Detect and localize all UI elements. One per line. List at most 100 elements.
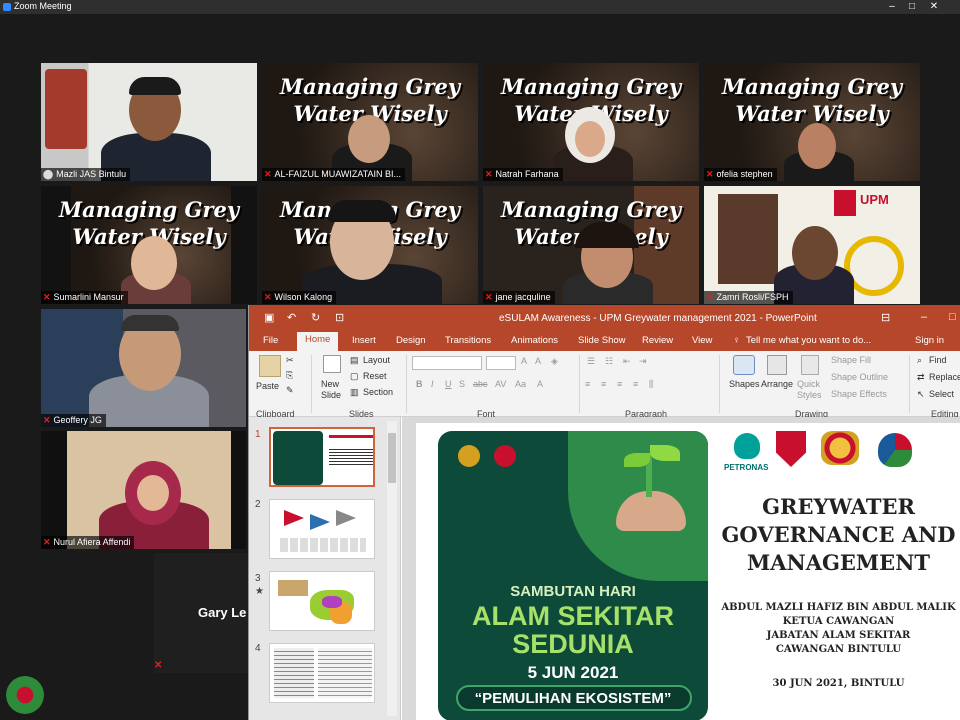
poster-line-1: SAMBUTAN HARI [510,583,636,600]
current-slide[interactable]: SAMBUTAN HARI ALAM SEKITAR SEDUNIA 5 JUN… [416,423,960,720]
shape-fill-button[interactable]: Shape Fill [831,355,871,365]
shapes-button[interactable]: Shapes [729,379,760,389]
video-tile-4[interactable]: Managing Grey Water Wisely ✕ ofelia steph… [704,63,920,181]
participant-name: ✕ jane jacquline [483,291,555,304]
poster-line-3: SEDUNIA [512,629,634,659]
new-slide-button[interactable]: New Slide [321,379,345,401]
tab-transitions[interactable]: Transitions [445,335,491,346]
quick-styles-icon[interactable] [801,355,819,375]
paste-icon[interactable] [259,355,281,377]
outdent-icon[interactable]: ⇥ [639,356,647,367]
video-tile-3[interactable]: Managing Grey Water Wisely ✕ Natrah Farha… [483,63,699,181]
tab-insert[interactable]: Insert [352,335,376,346]
slide-number-3: 3 [255,573,261,584]
video-tile-11[interactable]: Gary Le ✕ [154,553,248,673]
tab-home[interactable]: Home [297,332,339,351]
italic-icon[interactable]: I [431,379,434,389]
video-tile-8[interactable]: UPM ✕ Zamri Rosli/FSPH [704,186,920,304]
slide-thumbnail-4[interactable] [269,643,375,703]
participant-name: ✕ ofelia stephen [704,168,777,181]
redo-icon[interactable]: ↻ [311,311,320,324]
decrease-font-icon[interactable]: A [535,356,541,366]
copy-icon[interactable]: ⎘ [286,370,293,381]
maximize-button[interactable]: □ [904,0,920,14]
reset-button[interactable]: Reset [363,371,387,381]
section-button[interactable]: Section [363,387,393,397]
zoom-logo-icon [3,3,11,11]
slide-thumbnails-pane[interactable]: 1 2 3 ★ 4 [249,417,401,720]
video-tile-10[interactable]: ✕ Nurul Afiera Affendi [41,431,246,549]
video-tile-6[interactable]: Managing Grey Water Wisely ✕Wilson Kalon… [262,186,478,304]
shape-outline-button[interactable]: Shape Outline [831,372,888,382]
font-size-select[interactable] [486,356,516,370]
minimize-button[interactable]: – [884,0,900,14]
slide-thumbnail-1[interactable] [269,427,375,487]
slide-canvas[interactable]: SAMBUTAN HARI ALAM SEKITAR SEDUNIA 5 JUN… [402,417,960,720]
new-slide-icon[interactable] [323,355,341,373]
strike-icon[interactable]: abc [473,379,488,389]
powerpoint-window[interactable]: ▣ ↶ ↻ ⊡ eSULAM Awareness - UPM Greywater… [248,305,960,720]
slide-number-1: 1 [255,429,261,440]
video-tile-1[interactable]: ⬤ Mazli JAS Bintulu [41,63,257,181]
bold-icon[interactable]: B [416,379,423,389]
underline-icon[interactable]: U [445,379,452,389]
thumbnail-scrollbar[interactable] [387,421,397,716]
tab-slide-show[interactable]: Slide Show [578,335,626,346]
shapes-icon[interactable] [733,355,755,375]
tab-animations[interactable]: Animations [511,335,558,346]
align-center-icon[interactable]: ≡ [601,379,606,389]
petronas-logo-icon [734,433,760,459]
video-tile-9[interactable]: ✕ Geoffery JG [41,309,246,427]
tab-review[interactable]: Review [642,335,673,346]
numbering-icon[interactable]: ☷ [605,356,613,367]
layout-button[interactable]: Layout [363,355,390,365]
shadow-icon[interactable]: S [459,379,465,389]
align-right-icon[interactable]: ≡ [617,379,622,389]
shape-effects-button[interactable]: Shape Effects [831,389,887,399]
columns-icon[interactable]: ⫼ [649,379,653,390]
present-icon[interactable]: ⊡ [335,311,344,324]
ribbon-display-icon[interactable]: ⊟ [881,311,890,324]
paste-button[interactable]: Paste [256,381,279,391]
undo-icon[interactable]: ↶ [287,311,296,324]
poster-line-2: ALAM SEKITAR [472,601,674,631]
cut-icon[interactable]: ✂ [286,355,294,366]
replace-button[interactable]: Replace [929,372,960,382]
restore-icon[interactable]: □ [949,311,956,323]
tell-me-input[interactable]: Tell me what you want to do... [746,335,871,346]
slide-date: 30 JUN 2021, BINTULU [772,678,905,689]
justify-icon[interactable]: ≡ [633,379,638,389]
font-color-icon[interactable]: A [537,379,543,389]
bullets-icon[interactable]: ☰ [587,356,595,367]
find-button[interactable]: Find [929,355,947,365]
find-icon: ⌕ [917,355,923,365]
video-tile-2[interactable]: Managing Grey Water Wisely ✕ AL-FAIZUL MU… [262,63,478,181]
arrange-button[interactable]: Arrange [761,379,793,389]
tab-design[interactable]: Design [396,335,426,346]
tab-file[interactable]: File [263,335,278,346]
video-tile-7[interactable]: Managing Grey Water Wisely ✕jane jacquli… [483,186,699,304]
minimize-icon[interactable]: – [921,311,927,323]
close-button[interactable]: ✕ [926,0,942,14]
spacing-icon[interactable]: AV [495,379,506,389]
format-painter-icon[interactable]: ✎ [286,385,294,396]
participant-name: ✕ Geoffery JG [41,414,106,427]
align-left-icon[interactable]: ≡ [585,379,590,389]
increase-font-icon[interactable]: A [521,356,527,366]
select-button[interactable]: Select [929,389,954,399]
sign-in-link[interactable]: Sign in [915,335,944,346]
video-tile-5[interactable]: Managing Grey Water Wisely ✕ Sumarlini Ma… [41,186,257,304]
case-icon[interactable]: Aa [515,379,526,389]
clear-format-icon[interactable]: ◈ [551,356,558,367]
tab-view[interactable]: View [692,335,712,346]
arrange-icon[interactable] [767,355,787,375]
font-family-select[interactable] [412,356,482,370]
slide-thumbnail-2[interactable] [269,499,375,559]
slide-thumbnail-3[interactable] [269,571,375,631]
slide-author: ABDUL MAZLI HAFIZ BIN ABDUL MALIK KETUA … [721,602,956,655]
window-title: Zoom Meeting [14,1,72,11]
save-icon[interactable]: ▣ [264,311,274,324]
animation-star-icon: ★ [255,586,264,597]
indent-icon[interactable]: ⇤ [623,356,631,367]
quick-styles-button[interactable]: Quick Styles [797,379,825,401]
